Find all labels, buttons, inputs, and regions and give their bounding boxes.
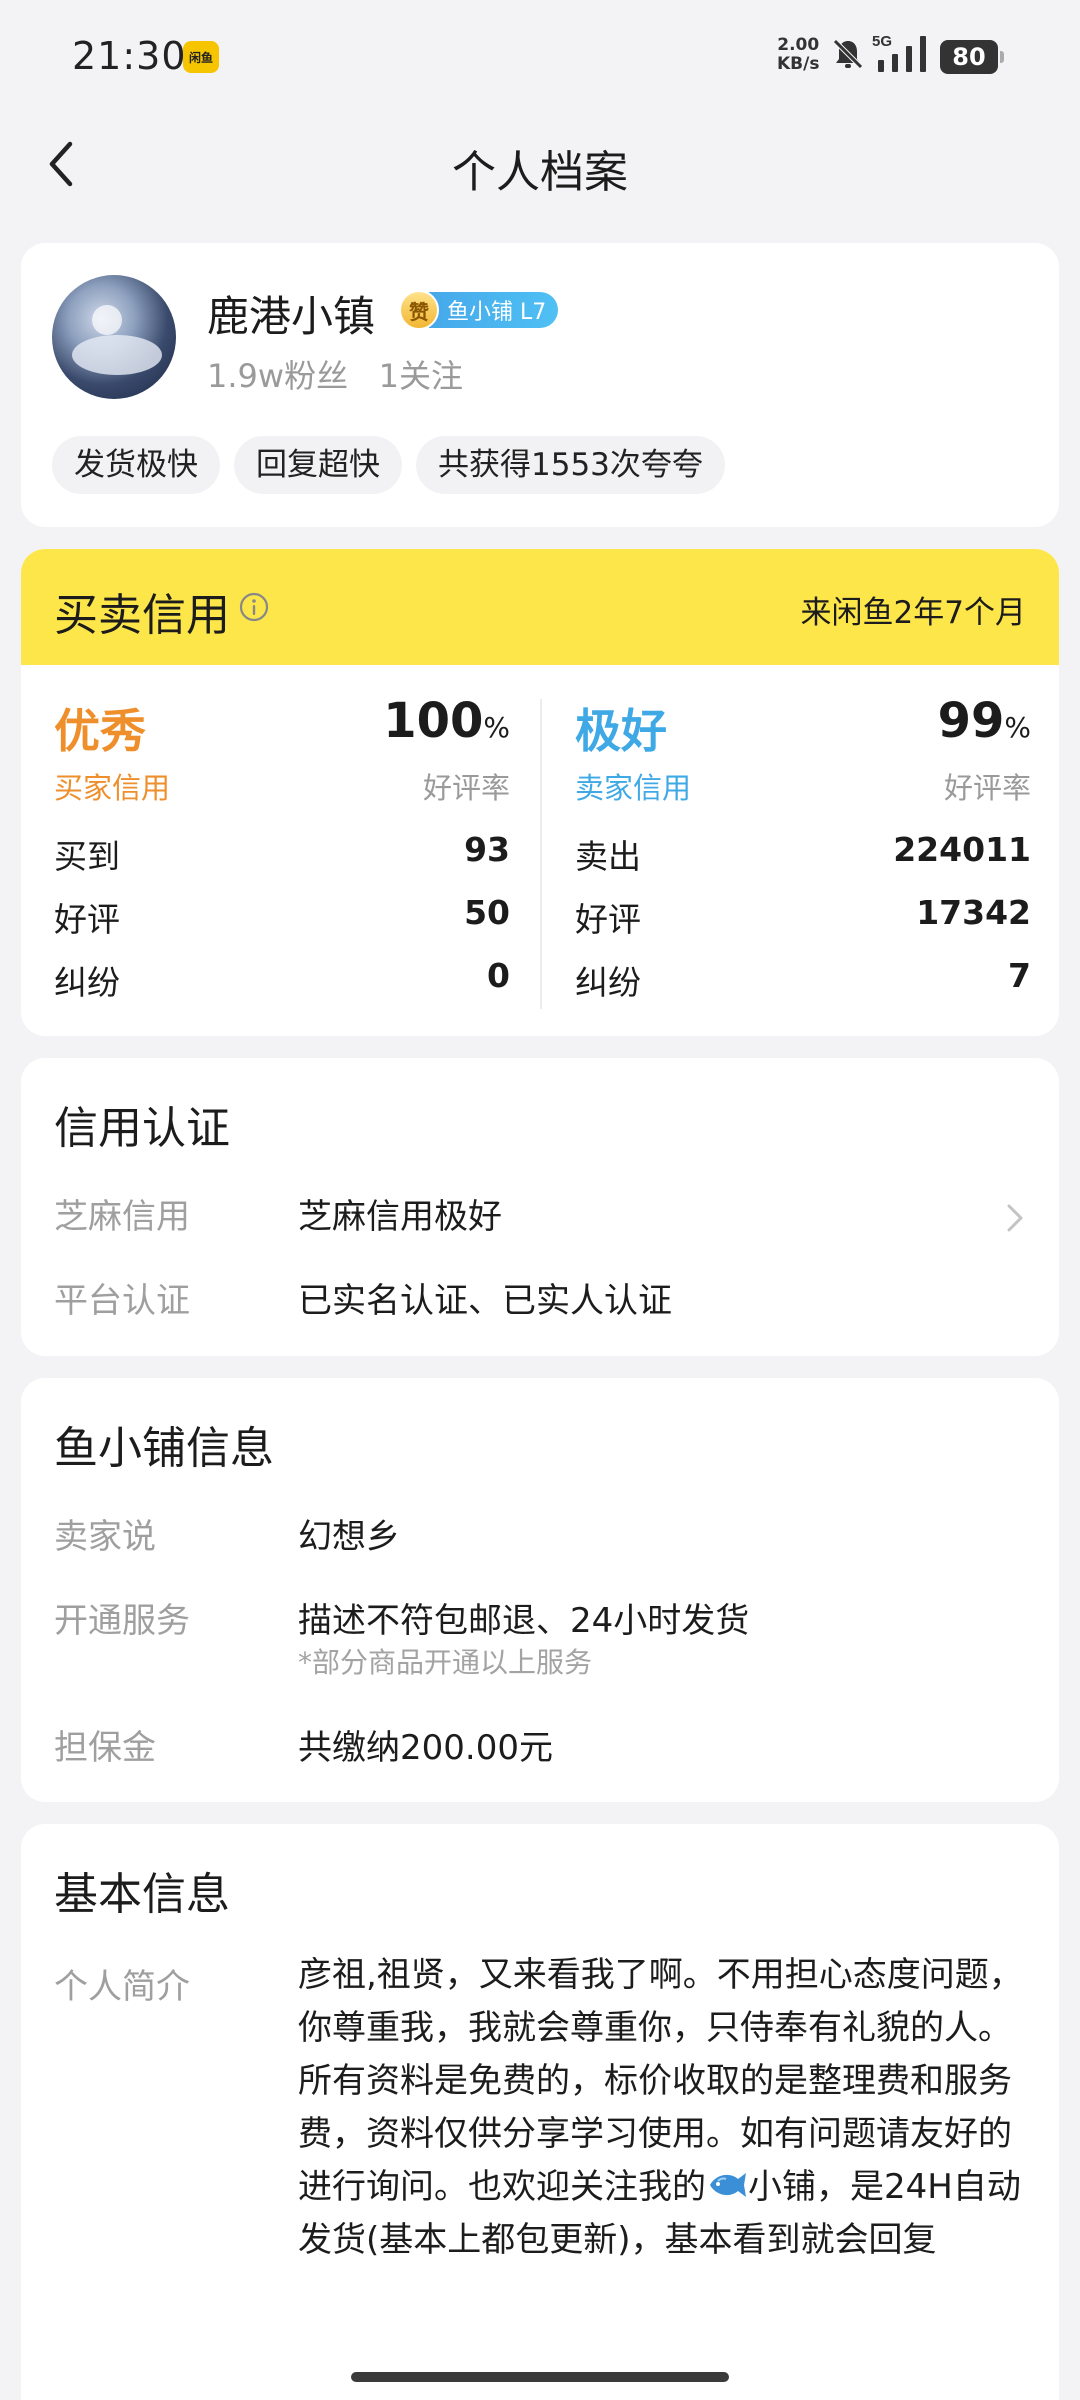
row-label: 平台认证	[54, 1281, 190, 1321]
page-title: 个人档案	[452, 147, 628, 198]
row-label: 担保金	[54, 1728, 156, 1768]
status-bar: 21:30 闲鱼 2.00 KB/s 5G 80	[0, 0, 1080, 115]
credit-title: 买卖信用	[54, 590, 230, 641]
buyer-grade-label: 买家信用	[54, 771, 171, 805]
avatar[interactable]	[52, 275, 176, 399]
seller-grade: 极好	[575, 704, 667, 758]
bio-text: 彦祖,祖贤，又来看我了啊。不用担心态度问题，你尊重我，我就会尊重你，只侍奉有礼貌…	[298, 1949, 1033, 2267]
net-speed: 2.00 KB/s	[777, 36, 819, 74]
account-age: 来闲鱼2年7个月	[800, 595, 1026, 631]
stat-label: 好评	[54, 900, 120, 939]
seller-grade-label: 卖家信用	[575, 771, 692, 805]
battery-indicator: 80	[940, 40, 1004, 74]
zan-badge-icon: 赞	[399, 290, 439, 330]
buyer-stat-disputes: 纠纷 0	[54, 956, 510, 1006]
column-divider	[540, 699, 542, 1009]
fans-follows: 1.9w粉丝 1关注	[207, 351, 463, 397]
credit-header: 买卖信用 来闲鱼2年7个月	[21, 549, 1059, 665]
credit-verification-card: 信用认证 芝麻信用 芝麻信用极好 平台认证 已实名认证、已实人认证	[21, 1058, 1059, 1356]
username: 鹿港小镇	[207, 292, 376, 341]
tag-fast-shipping: 发货极快	[52, 436, 220, 494]
seller-stat-sold: 卖出 224011	[575, 830, 1031, 880]
info-icon[interactable]	[238, 591, 270, 623]
tag-praise-count[interactable]: 共获得1553次夸夸	[416, 436, 725, 494]
status-time: 21:30	[72, 34, 187, 78]
net-speed-unit: KB/s	[777, 54, 820, 74]
buyer-stat-bought: 买到 93	[54, 830, 510, 880]
signal-5g-icon: 5G	[872, 33, 926, 72]
seller-rate-label: 好评率	[943, 771, 1031, 805]
row-label: 个人简介	[54, 1967, 190, 2007]
seller-rate-unit: %	[1004, 711, 1031, 744]
stat-value: 17342	[916, 893, 1031, 932]
buyer-rate-unit: %	[483, 711, 510, 744]
tag-fast-reply: 回复超快	[234, 436, 402, 494]
seller-rate: 99%	[938, 693, 1031, 749]
stat-value: 224011	[893, 830, 1031, 869]
seller-rate-value: 99	[937, 693, 1005, 749]
section-title: 鱼小铺信息	[54, 1423, 274, 1474]
row-value: 已实名认证、已实人认证	[298, 1281, 672, 1321]
row-label: 开通服务	[54, 1601, 190, 1641]
stat-value: 0	[487, 956, 510, 995]
stat-label: 纠纷	[54, 963, 120, 1002]
section-title: 基本信息	[54, 1869, 230, 1920]
buyer-rate-value: 100	[383, 693, 484, 749]
follows-count[interactable]: 1关注	[379, 357, 463, 395]
row-label: 芝麻信用	[54, 1197, 190, 1237]
buyer-rate: 100%	[383, 693, 510, 749]
stat-label: 买到	[54, 837, 120, 876]
stat-label: 好评	[575, 900, 641, 939]
buyer-rate-label: 好评率	[422, 771, 510, 805]
stat-label: 卖出	[575, 837, 641, 876]
profile-tags: 发货极快 回复超快 共获得1553次夸夸	[52, 436, 725, 494]
shop-info-card: 鱼小铺信息 卖家说 幻想乡 开通服务 描述不符包邮退、24小时发货 *部分商品开…	[21, 1378, 1059, 1802]
buyer-grade: 优秀	[54, 704, 146, 758]
stat-value: 93	[464, 830, 510, 869]
row-value: 共缴纳200.00元	[298, 1728, 553, 1768]
level-badge[interactable]: 赞 鱼小铺 L7	[399, 290, 559, 330]
stat-value: 50	[464, 893, 510, 932]
seller-credit: 极好 卖家信用 99% 好评率 卖出 224011 好评 17342 纠纷 7	[575, 665, 1031, 1036]
services-note: *部分商品开通以上服务	[298, 1646, 593, 1679]
home-indicator[interactable]	[351, 2372, 729, 2382]
stat-value: 7	[1008, 956, 1031, 995]
app-notification-icon: 闲鱼	[183, 41, 219, 73]
stat-label: 纠纷	[575, 963, 641, 1002]
row-value: 幻想乡	[298, 1517, 400, 1557]
fish-icon	[710, 2173, 746, 2197]
buyer-credit: 优秀 买家信用 100% 好评率 买到 93 好评 50 纠纷 0	[54, 665, 510, 1036]
row-value: 描述不符包邮退、24小时发货	[298, 1601, 750, 1641]
seller-stat-disputes: 纠纷 7	[575, 956, 1031, 1006]
buyer-stat-good-reviews: 好评 50	[54, 893, 510, 943]
row-value: 芝麻信用极好	[298, 1197, 502, 1237]
basic-info-card: 基本信息 个人简介 彦祖,祖贤，又来看我了啊。不用担心态度问题，你尊重我，我就会…	[21, 1824, 1059, 2400]
seller-stat-good-reviews: 好评 17342	[575, 893, 1031, 943]
section-title: 信用认证	[54, 1103, 230, 1154]
profile-card: 鹿港小镇 赞 鱼小铺 L7 1.9w粉丝 1关注 发货极快 回复超快 共获得15…	[21, 243, 1059, 527]
net-speed-value: 2.00	[777, 35, 820, 55]
mute-bell-icon	[833, 39, 863, 69]
network-type-label: 5G	[872, 33, 892, 50]
fans-count[interactable]: 1.9w粉丝	[207, 357, 348, 395]
credit-card: 买卖信用 来闲鱼2年7个月 优秀 买家信用 100% 好评率 买到 93 好评 …	[21, 549, 1059, 1036]
level-label: 鱼小铺 L7	[429, 292, 559, 328]
row-label: 卖家说	[54, 1517, 156, 1557]
chevron-right-icon[interactable]	[1004, 1201, 1026, 1235]
